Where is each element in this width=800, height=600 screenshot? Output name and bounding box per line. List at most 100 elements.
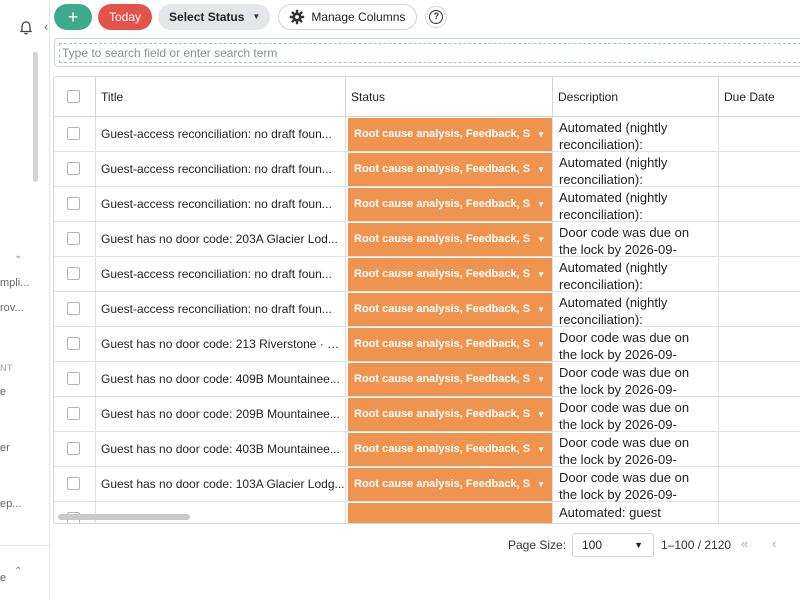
sidebar-scrollbar[interactable] xyxy=(33,52,38,182)
sidebar-item-label[interactable]: er xyxy=(0,442,10,454)
row-due-date[interactable] xyxy=(719,222,800,257)
table-row[interactable]: Guest has no door code: 403B Mountainee.… xyxy=(54,432,800,467)
row-checkbox[interactable] xyxy=(67,442,80,455)
sidebar-item-label[interactable]: rov... xyxy=(0,302,24,314)
bell-icon[interactable] xyxy=(18,20,34,36)
select-all-checkbox[interactable] xyxy=(67,90,80,103)
status-dropdown[interactable]: Root cause analysis, Feedback, S ▼ xyxy=(348,363,552,396)
table-row[interactable]: Guest-access reconciliation: no draft fo… xyxy=(54,152,800,187)
column-header-title[interactable]: Title xyxy=(96,77,346,117)
row-description[interactable]: Door code was due on the lock by 2026-09- xyxy=(553,222,719,257)
sidebar-item-label[interactable]: e xyxy=(0,386,6,398)
row-title[interactable]: Guest-access reconciliation: no draft fo… xyxy=(96,257,346,292)
row-checkbox[interactable] xyxy=(67,162,80,175)
row-checkbox[interactable] xyxy=(67,372,80,385)
row-due-date[interactable] xyxy=(719,432,800,467)
row-due-date[interactable] xyxy=(719,257,800,292)
row-title[interactable]: Guest-access reconciliation: no draft fo… xyxy=(96,117,346,152)
table-row[interactable]: Guest has no door code: 409B Mountainee.… xyxy=(54,362,800,397)
select-status-dropdown[interactable]: Select Status ▼ xyxy=(158,4,271,30)
status-dropdown[interactable]: Root cause analysis, Feedback, S ▼ xyxy=(348,398,552,431)
row-title[interactable]: Guest has no door code: 403B Mountainee.… xyxy=(96,432,346,467)
row-description[interactable]: Automated (nightly reconciliation): xyxy=(553,152,719,187)
manage-columns-button[interactable]: Manage Columns xyxy=(278,4,418,30)
row-title[interactable]: Guest has no door code: 409B Mountainee.… xyxy=(96,362,346,397)
add-button[interactable]: + xyxy=(54,4,92,30)
sidebar-item-label[interactable]: ep... xyxy=(0,498,21,510)
table-row[interactable]: Guest has no door code: 203A Glacier Lod… xyxy=(54,222,800,257)
row-description[interactable]: Automated: guest xyxy=(553,502,719,523)
status-dropdown[interactable]: Root cause analysis, Feedback, S ▼ xyxy=(348,188,552,221)
row-description[interactable]: Door code was due on the lock by 2026-09- xyxy=(553,397,719,432)
row-due-date[interactable] xyxy=(719,327,800,362)
row-checkbox[interactable] xyxy=(67,267,80,280)
table-row[interactable]: Guest-access reconciliation: no draft fo… xyxy=(54,292,800,327)
row-checkbox[interactable] xyxy=(67,197,80,210)
row-due-date[interactable] xyxy=(719,117,800,152)
table-row[interactable]: Guest-access reconciliation: no draft fo… xyxy=(54,117,800,152)
row-checkbox[interactable] xyxy=(67,407,80,420)
row-checkbox[interactable] xyxy=(67,477,80,490)
row-due-date[interactable] xyxy=(719,467,800,502)
row-description[interactable]: Automated (nightly reconciliation): xyxy=(553,187,719,222)
table-row[interactable]: Guest-access reconciliation: no draft fo… xyxy=(54,187,800,222)
row-title[interactable]: Guest-access reconciliation: no draft fo… xyxy=(96,187,346,222)
sidebar-collapse-icon[interactable]: ‹ xyxy=(44,18,49,36)
row-title[interactable]: Guest has no door code: 203A Glacier Lod… xyxy=(96,222,346,257)
row-title[interactable]: Guest-access reconciliation: no draft fo… xyxy=(96,292,346,327)
status-dropdown[interactable]: Root cause analysis, Feedback, S ▼ xyxy=(348,293,552,326)
row-description[interactable]: Automated (nightly reconciliation): xyxy=(553,292,719,327)
row-description[interactable]: Door code was due on the lock by 2026-09- xyxy=(553,432,719,467)
search-input[interactable] xyxy=(59,43,800,63)
row-description[interactable]: Automated (nightly reconciliation): xyxy=(553,117,719,152)
prev-page-icon[interactable]: ‹ xyxy=(772,536,776,551)
today-button[interactable]: Today xyxy=(98,4,153,30)
status-dropdown[interactable]: Root cause analysis, Feedback, S ▼ xyxy=(348,118,552,151)
status-dropdown[interactable] xyxy=(348,503,552,523)
column-header-status[interactable]: Status xyxy=(346,77,553,117)
row-description[interactable]: Door code was due on the lock by 2026-09- xyxy=(553,467,719,502)
horizontal-scrollbar[interactable] xyxy=(58,514,190,520)
row-title[interactable]: Guest has no door code: 213 Riverstone ·… xyxy=(96,327,346,362)
table-row[interactable]: Guest-access reconciliation: no draft fo… xyxy=(54,257,800,292)
description-line: Door code was due on xyxy=(559,470,690,485)
row-due-date[interactable] xyxy=(719,397,800,432)
status-dropdown[interactable]: Root cause analysis, Feedback, S ▼ xyxy=(348,223,552,256)
row-due-date[interactable] xyxy=(719,362,800,397)
row-description[interactable]: Door code was due on the lock by 2026-09- xyxy=(553,327,719,362)
status-dropdown[interactable]: Root cause analysis, Feedback, S ▼ xyxy=(348,153,552,186)
column-header-due-date[interactable]: Due Date xyxy=(719,77,800,117)
table-row[interactable]: Guest has no door code: 103A Glacier Lod… xyxy=(54,467,800,502)
row-description[interactable]: Door code was due on the lock by 2026-09- xyxy=(553,362,719,397)
help-button[interactable]: ? xyxy=(425,6,448,28)
caret-down-icon: ▼ xyxy=(537,445,545,454)
status-dropdown[interactable]: Root cause analysis, Feedback, S ▼ xyxy=(348,258,552,291)
status-dropdown[interactable]: Root cause analysis, Feedback, S ▼ xyxy=(348,328,552,361)
row-checkbox[interactable] xyxy=(67,302,80,315)
chevron-up-icon[interactable]: ⌃ xyxy=(14,566,22,577)
page-size-select[interactable]: 100 ▼ xyxy=(572,533,654,557)
table-row[interactable]: Guest has no door code: 209B Mountainee.… xyxy=(54,397,800,432)
row-due-date[interactable] xyxy=(719,502,800,523)
sidebar-item-label[interactable]: mpli... xyxy=(0,277,29,289)
status-dropdown[interactable]: Root cause analysis, Feedback, S ▼ xyxy=(348,433,552,466)
row-checkbox[interactable] xyxy=(67,232,80,245)
row-title[interactable]: Guest-access reconciliation: no draft fo… xyxy=(96,152,346,187)
table-row[interactable]: Automated: guest xyxy=(54,502,800,523)
row-title[interactable] xyxy=(96,502,346,523)
row-description[interactable]: Automated (nightly reconciliation): xyxy=(553,257,719,292)
column-header-description[interactable]: Description xyxy=(553,77,719,117)
row-checkbox[interactable] xyxy=(67,337,80,350)
row-checkbox[interactable] xyxy=(67,127,80,140)
table-row[interactable]: Guest has no door code: 213 Riverstone ·… xyxy=(54,327,800,362)
status-value: Root cause analysis, Feedback, S xyxy=(354,303,531,315)
row-title[interactable]: Guest has no door code: 103A Glacier Lod… xyxy=(96,467,346,502)
first-page-icon[interactable]: « xyxy=(741,536,748,551)
row-due-date[interactable] xyxy=(719,152,800,187)
sidebar-item-label[interactable]: e xyxy=(0,572,6,584)
row-title[interactable]: Guest has no door code: 209B Mountainee.… xyxy=(96,397,346,432)
chevron-down-icon[interactable]: ⌄ xyxy=(14,250,22,261)
row-due-date[interactable] xyxy=(719,292,800,327)
status-dropdown[interactable]: Root cause analysis, Feedback, S ▼ xyxy=(348,468,552,501)
row-due-date[interactable] xyxy=(719,187,800,222)
